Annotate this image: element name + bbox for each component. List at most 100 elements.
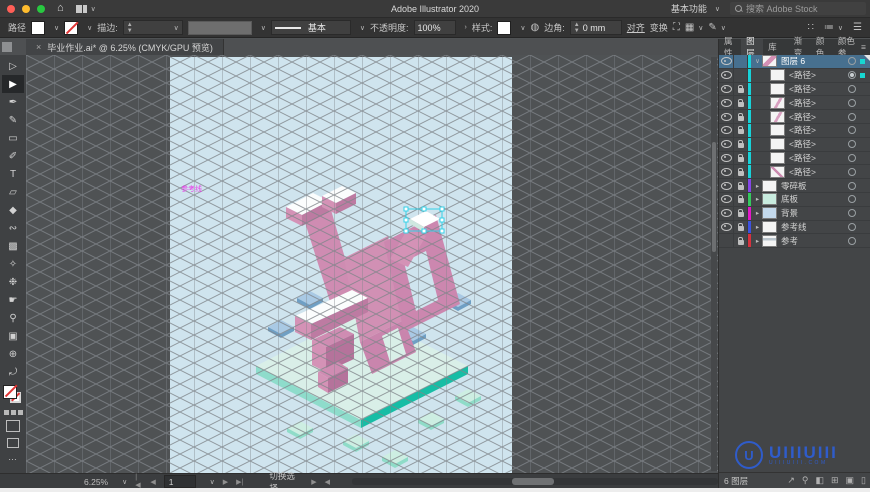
target-circle-icon[interactable] bbox=[848, 195, 856, 204]
lock-toggle[interactable] bbox=[734, 234, 748, 248]
paintbrush-tool[interactable]: ✐ bbox=[2, 147, 24, 165]
lock-toggle[interactable] bbox=[734, 206, 748, 220]
expand-icon[interactable]: ▸ bbox=[753, 195, 762, 203]
lock-toggle[interactable] bbox=[734, 123, 748, 137]
document-tab[interactable]: × 毕业作业.ai* @ 6.25% (CMYK/GPU 预览) bbox=[26, 39, 224, 55]
chevron-down-icon[interactable]: ∨ bbox=[520, 24, 525, 32]
bounding-box-icon[interactable]: ⛶ bbox=[673, 22, 680, 33]
symbol-sprayer-tool[interactable]: ❉ bbox=[2, 273, 24, 291]
new-sublayer-icon[interactable]: ⊞ bbox=[831, 475, 839, 486]
page-number-field[interactable]: 1 bbox=[163, 475, 196, 488]
layer-row[interactable]: <路径> bbox=[719, 165, 870, 180]
selection-tool[interactable]: ▶ bbox=[2, 75, 24, 93]
shaper-tool[interactable]: ∾ bbox=[2, 219, 24, 237]
layer-thumbnail[interactable] bbox=[762, 193, 777, 206]
chevron-down-icon[interactable]: ∨ bbox=[87, 24, 92, 32]
target-circle-icon[interactable] bbox=[848, 222, 856, 231]
visibility-toggle[interactable] bbox=[719, 165, 734, 179]
layer-name[interactable]: <路径> bbox=[789, 97, 816, 109]
expand-icon[interactable]: ▸ bbox=[753, 209, 762, 217]
document-setup-icon[interactable]: ◍ bbox=[531, 22, 540, 33]
layer-thumbnail[interactable] bbox=[770, 124, 785, 137]
layer-row[interactable]: <路径> bbox=[719, 68, 870, 83]
direct-selection-tool[interactable]: ▷ bbox=[2, 57, 24, 75]
target-circle-icon[interactable] bbox=[848, 112, 856, 121]
panel-tab-颜色[interactable]: 颜色 bbox=[811, 36, 833, 58]
hand-tool[interactable]: ☛ bbox=[2, 291, 24, 309]
layer-name[interactable]: 参考 bbox=[781, 235, 798, 247]
zoom-level[interactable]: 6.25% bbox=[84, 477, 108, 487]
prev-page-icon[interactable]: ◀ bbox=[150, 478, 155, 486]
panel-menu-icon[interactable]: ☰ bbox=[853, 22, 862, 33]
layer-thumbnail[interactable] bbox=[770, 82, 785, 95]
layer-thumbnail[interactable] bbox=[770, 138, 785, 151]
document-arrange-icon[interactable]: ≔ ∨ bbox=[824, 22, 843, 33]
lock-toggle[interactable] bbox=[734, 68, 748, 82]
layer-name[interactable]: <路径> bbox=[789, 166, 816, 178]
layer-name[interactable]: <路径> bbox=[789, 69, 816, 81]
layer-row[interactable]: <路径> bbox=[719, 110, 870, 124]
lock-toggle[interactable] bbox=[734, 82, 748, 96]
layer-row[interactable]: <路径> bbox=[719, 151, 870, 166]
target-circle-icon[interactable] bbox=[848, 71, 856, 80]
chevron-down-icon[interactable]: ∨ bbox=[360, 24, 365, 32]
lock-toggle[interactable] bbox=[734, 55, 748, 68]
visibility-toggle[interactable] bbox=[719, 192, 734, 206]
layer-thumbnail[interactable] bbox=[762, 179, 777, 192]
layer-row[interactable]: <路径> bbox=[719, 82, 870, 97]
curvature-tool[interactable]: ✎ bbox=[2, 111, 24, 129]
layer-row[interactable]: <路径> bbox=[719, 123, 870, 138]
target-circle-icon[interactable] bbox=[848, 84, 856, 93]
layer-row[interactable]: ▸ 参考 bbox=[719, 234, 870, 249]
lock-toggle[interactable] bbox=[734, 165, 748, 179]
layer-thumbnail[interactable] bbox=[762, 55, 777, 68]
visibility-toggle[interactable] bbox=[719, 206, 734, 220]
layer-name[interactable]: 底板 bbox=[781, 193, 798, 205]
shape-mode-icon[interactable]: ▦ ∨ bbox=[685, 22, 704, 33]
color-type-buttons[interactable] bbox=[3, 410, 23, 415]
rotate-view-tool[interactable]: ⤾ bbox=[2, 363, 24, 381]
lock-toggle[interactable] bbox=[734, 151, 748, 165]
layer-name[interactable]: <路径> bbox=[789, 111, 816, 123]
layer-row[interactable]: ▸ 零碎板 bbox=[719, 179, 870, 193]
expand-icon[interactable]: ▸ bbox=[753, 237, 762, 245]
lock-toggle[interactable] bbox=[734, 220, 748, 234]
layer-name[interactable]: <路径> bbox=[789, 83, 816, 95]
panel-tab-库[interactable]: 库 bbox=[763, 39, 782, 55]
zoom-tool[interactable]: ⚲ bbox=[2, 309, 24, 327]
visibility-toggle[interactable] bbox=[719, 96, 734, 110]
visibility-toggle[interactable] bbox=[719, 68, 734, 82]
layer-row[interactable]: ∨ 图层 6 bbox=[719, 55, 870, 69]
fill-swatch[interactable] bbox=[31, 20, 46, 35]
shape-builder-tool[interactable]: ⊕ bbox=[2, 345, 24, 363]
layer-row[interactable]: <路径> bbox=[719, 96, 870, 111]
visibility-toggle[interactable] bbox=[719, 179, 734, 192]
target-circle-icon[interactable] bbox=[848, 167, 856, 176]
style-swatch[interactable] bbox=[497, 20, 512, 35]
visibility-toggle[interactable] bbox=[719, 234, 734, 248]
visibility-toggle[interactable] bbox=[719, 137, 734, 151]
layer-row[interactable]: ▸ 底板 bbox=[719, 192, 870, 207]
screen-mode-button[interactable] bbox=[7, 438, 19, 448]
visibility-toggle[interactable] bbox=[719, 110, 734, 123]
lock-toggle[interactable] bbox=[734, 137, 748, 151]
fill-stroke-swatches[interactable] bbox=[3, 385, 23, 407]
visibility-toggle[interactable] bbox=[719, 220, 734, 234]
eraser-tool[interactable]: ◆ bbox=[2, 201, 24, 219]
visibility-toggle[interactable] bbox=[719, 55, 734, 68]
layer-name[interactable]: 图层 6 bbox=[781, 55, 805, 67]
last-page-icon[interactable]: ▶| bbox=[236, 478, 243, 486]
panel-tab-颜色参[interactable]: 颜色参 bbox=[833, 36, 861, 58]
layer-thumbnail[interactable] bbox=[770, 110, 785, 123]
artboard-tool[interactable]: ▣ bbox=[2, 327, 24, 345]
panel-tab-属性[interactable]: 属性 bbox=[719, 36, 741, 58]
toolbar-more-icon[interactable]: … bbox=[8, 452, 18, 462]
layer-thumbnail[interactable] bbox=[770, 96, 785, 109]
stepper-icon[interactable]: ▲ ▼ bbox=[574, 22, 580, 34]
layer-thumbnail[interactable] bbox=[770, 69, 785, 82]
horizontal-scrollbar[interactable] bbox=[351, 478, 718, 485]
vertical-scroll-thumb[interactable] bbox=[712, 142, 716, 252]
lock-toggle[interactable] bbox=[734, 192, 748, 206]
stepper-icon[interactable]: ▲ ▼ bbox=[127, 22, 133, 34]
layer-name[interactable]: <路径> bbox=[789, 138, 816, 150]
